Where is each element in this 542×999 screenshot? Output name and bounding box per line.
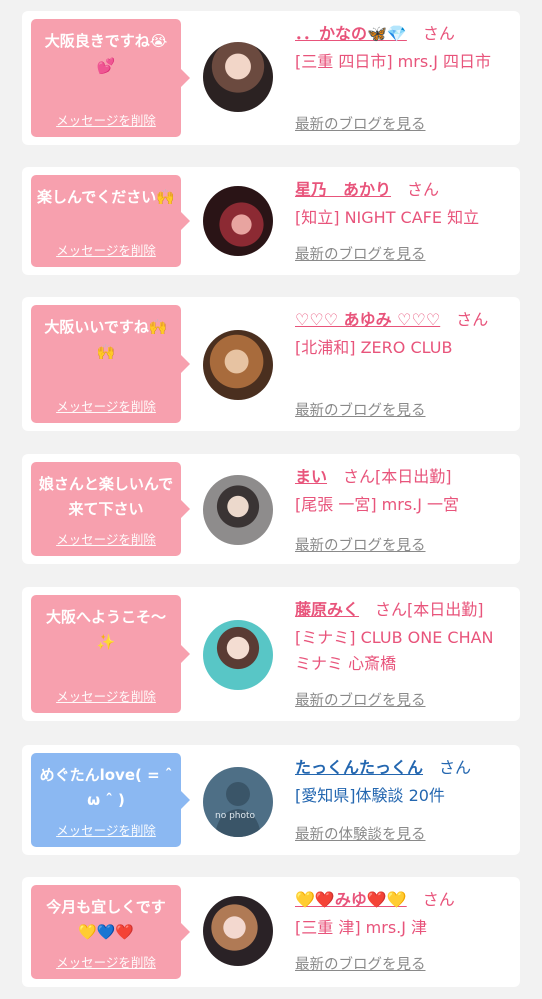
sender-name-link[interactable]: たっくんたっくん — [295, 758, 423, 777]
delete-message-link[interactable]: メッセージを削除 — [31, 240, 181, 259]
message-card: 楽しんでください🙌 メッセージを削除 星乃 あかり さん [知立] NIGHT C… — [22, 167, 520, 275]
delete-message-link[interactable]: メッセージを削除 — [31, 952, 181, 971]
message-bubble: 大阪へようこそ〜✨ メッセージを削除 — [31, 595, 190, 713]
message-bubble: 今月も宜しくです💛💙❤️ メッセージを削除 — [31, 885, 190, 979]
honorific: さん[本日出勤] — [343, 467, 452, 486]
honorific: さん — [422, 890, 455, 909]
delete-message-link[interactable]: メッセージを削除 — [31, 820, 181, 839]
delete-message-link[interactable]: メッセージを削除 — [31, 686, 181, 705]
honorific: さん — [439, 758, 472, 777]
shop-name: [三重 津] mrs.J 津 — [295, 918, 428, 937]
person-silhouette-icon — [215, 782, 261, 837]
avatar[interactable] — [203, 330, 273, 400]
shop-name: [三重 四日市] mrs.J 四日市 — [295, 52, 492, 71]
latest-blog-link[interactable]: 最新のブログを見る — [295, 953, 426, 974]
delete-message-link[interactable]: メッセージを削除 — [31, 396, 181, 415]
delete-message-link[interactable]: メッセージを削除 — [31, 110, 181, 129]
sender-info: まい さん[本日出勤] [尾張 一宮] mrs.J 一宮 — [295, 464, 510, 518]
avatar[interactable] — [203, 896, 273, 966]
message-text: 大阪へようこそ〜✨ — [45, 608, 166, 651]
sender-name-link[interactable]: 💛❤️みゆ❤️💛 — [295, 890, 407, 909]
review-count: [愛知県]体験談 20件 — [295, 786, 445, 805]
avatar[interactable] — [203, 475, 273, 545]
message-list: 大阪良きですね😭💕 メッセージを削除 ．．かなの🦋💎 さん [三重 四日市] mr… — [0, 0, 542, 999]
latest-blog-link[interactable]: 最新のブログを見る — [295, 534, 426, 555]
no-photo-label: no photo — [215, 811, 256, 821]
message-bubble: 大阪良きですね😭💕 メッセージを削除 — [31, 19, 190, 137]
avatar[interactable] — [203, 620, 273, 690]
message-card: 大阪良きですね😭💕 メッセージを削除 ．．かなの🦋💎 さん [三重 四日市] mr… — [22, 11, 520, 145]
sender-info: 藤原みく さん[本日出勤] [ミナミ] CLUB ONE CHAN ミナミ 心斎橋 — [295, 597, 510, 677]
message-bubble: 楽しんでください🙌 メッセージを削除 — [31, 175, 190, 267]
message-card: めぐたんlove( = ˆ ω ˆ ) メッセージを削除 no photo たっ… — [22, 745, 520, 855]
sender-info: 星乃 あかり さん [知立] NIGHT CAFE 知立 — [295, 177, 510, 231]
honorific: さん — [407, 180, 440, 199]
sender-info: 💛❤️みゆ❤️💛 さん [三重 津] mrs.J 津 — [295, 887, 510, 941]
latest-blog-link[interactable]: 最新のブログを見る — [295, 243, 426, 264]
latest-blog-link[interactable]: 最新のブログを見る — [295, 113, 426, 134]
message-bubble: 娘さんと楽しいんで来て下さい メッセージを削除 — [31, 462, 190, 556]
sender-name-link[interactable]: ．．かなの🦋💎 — [295, 24, 407, 43]
sender-name-link[interactable]: 星乃 あかり — [295, 180, 391, 199]
message-text: 楽しんでください🙌 — [37, 188, 175, 206]
message-text: 娘さんと楽しいんで来て下さい — [38, 475, 174, 518]
honorific: さん[本日出勤] — [375, 600, 484, 619]
message-text: 今月も宜しくです💛💙❤️ — [46, 898, 166, 941]
honorific: さん — [456, 310, 489, 329]
latest-blog-link[interactable]: 最新のブログを見る — [295, 399, 426, 420]
latest-review-link[interactable]: 最新の体験談を見る — [295, 823, 426, 844]
sender-name-link[interactable]: ♡♡♡ あゆみ ♡♡♡ — [295, 310, 440, 329]
message-card: 娘さんと楽しいんで来て下さい メッセージを削除 まい さん[本日出勤] [尾張 一… — [22, 454, 520, 564]
sender-name-link[interactable]: 藤原みく — [295, 600, 359, 619]
message-text: 大阪いいですね🙌🙌 — [44, 318, 168, 361]
avatar[interactable] — [203, 186, 273, 256]
message-bubble: めぐたんlove( = ˆ ω ˆ ) メッセージを削除 — [31, 753, 190, 847]
sender-name-link[interactable]: まい — [295, 467, 327, 486]
message-card: 大阪いいですね🙌🙌 メッセージを削除 ♡♡♡ あゆみ ♡♡♡ さん [北浦和] Z… — [22, 297, 520, 431]
sender-info: たっくんたっくん さん [愛知県]体験談 20件 — [295, 755, 510, 809]
shop-name: [北浦和] ZERO CLUB — [295, 338, 453, 357]
shop-name: [知立] NIGHT CAFE 知立 — [295, 208, 480, 227]
message-text: めぐたんlove( = ˆ ω ˆ ) — [39, 766, 173, 809]
shop-name: [ミナミ] CLUB ONE CHAN ミナミ 心斎橋 — [295, 628, 494, 673]
sender-info: ．．かなの🦋💎 さん [三重 四日市] mrs.J 四日市 — [295, 21, 510, 75]
message-card: 大阪へようこそ〜✨ メッセージを削除 藤原みく さん[本日出勤] [ミナミ] CL… — [22, 587, 520, 721]
avatar-no-photo[interactable]: no photo — [203, 767, 273, 837]
delete-message-link[interactable]: メッセージを削除 — [31, 529, 181, 548]
message-text: 大阪良きですね😭💕 — [44, 32, 168, 75]
shop-name: [尾張 一宮] mrs.J 一宮 — [295, 495, 460, 514]
message-bubble: 大阪いいですね🙌🙌 メッセージを削除 — [31, 305, 190, 423]
latest-blog-link[interactable]: 最新のブログを見る — [295, 689, 426, 710]
sender-info: ♡♡♡ あゆみ ♡♡♡ さん [北浦和] ZERO CLUB — [295, 307, 510, 361]
avatar[interactable] — [203, 42, 273, 112]
honorific: さん — [422, 24, 455, 43]
message-card: 今月も宜しくです💛💙❤️ メッセージを削除 💛❤️みゆ❤️💛 さん [三重 津] … — [22, 877, 520, 987]
